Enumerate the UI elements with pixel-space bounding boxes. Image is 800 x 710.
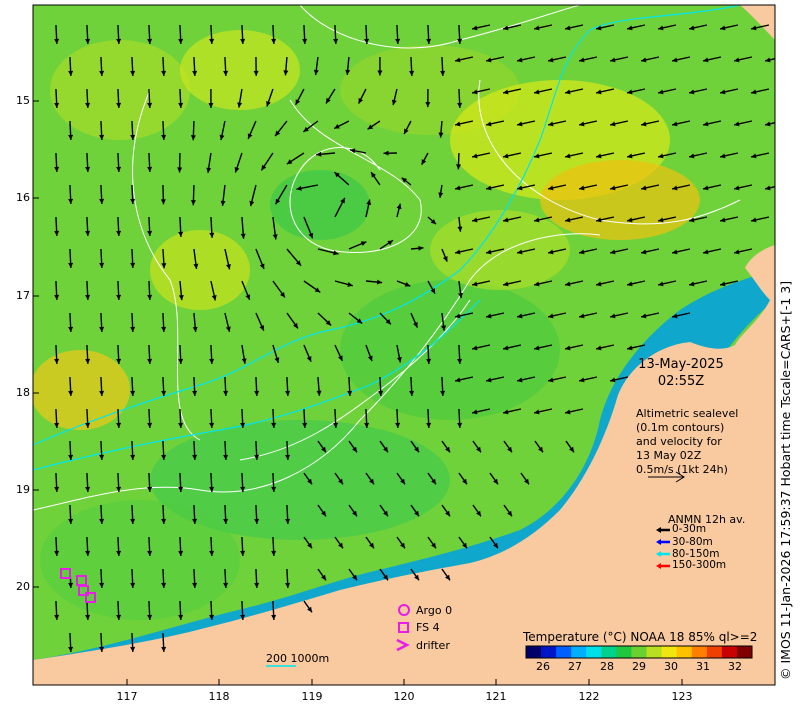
colorbar-segment xyxy=(676,646,693,658)
copyright-text: © IMOS 11-Jan-2026 17:59:37 Hobart time … xyxy=(778,280,793,680)
longitude-tick-label: 118 xyxy=(208,690,230,703)
timestamp-time: 02:55Z xyxy=(657,374,705,389)
bathymetry-label: 200 1000m xyxy=(266,652,330,665)
latitude-tick-label: 20 xyxy=(16,580,30,593)
timestamp-date: 13-May-2025 xyxy=(638,357,724,372)
fs-label: FS 4 xyxy=(416,621,440,634)
longitude-tick-label: 120 xyxy=(393,690,415,703)
colorbar-segment xyxy=(601,646,617,658)
description-block: Altimetric sealevel (0.1m contours) and … xyxy=(636,407,738,477)
description-line: 13 May 02Z xyxy=(636,449,702,462)
colorbar-segment xyxy=(706,646,723,658)
timestamp: 13-May-2025 02:55Z xyxy=(636,356,726,390)
colorbar-segment xyxy=(541,646,557,658)
latitude-tick-label: 19 xyxy=(16,483,30,496)
colorbar-segment xyxy=(556,646,572,658)
drifter-label: drifter xyxy=(416,639,450,652)
colorbar-title: Temperature (°C) NOAA 18 85% ql>=2 xyxy=(523,630,758,644)
latitude-tick-label: 17 xyxy=(16,289,30,302)
colorbar-segment xyxy=(721,646,738,658)
colorbar-segment xyxy=(616,646,632,658)
description-line: Altimetric sealevel xyxy=(636,407,739,420)
colorbar-tick-label: 26 xyxy=(536,660,550,673)
colorbar-tick-label: 32 xyxy=(728,660,742,673)
description-line: and velocity for xyxy=(636,435,722,448)
colorbar-segment xyxy=(736,646,753,658)
colorbar-segment xyxy=(691,646,708,658)
colorbar-tick-label: 28 xyxy=(600,660,614,673)
longitude-tick-label: 122 xyxy=(578,690,600,703)
sst-map xyxy=(32,4,776,686)
colorbar-segment xyxy=(646,646,663,658)
longitude-tick-label: 117 xyxy=(116,690,138,703)
anmn-row-label: 0-30m xyxy=(672,523,707,535)
longitude-tick-label: 119 xyxy=(301,690,323,703)
colorbar-segment xyxy=(661,646,678,658)
longitude-tick-label: 123 xyxy=(671,690,693,703)
latitude-tick-label: 15 xyxy=(16,94,30,107)
argo-label: Argo 0 xyxy=(416,604,453,617)
colorbar-tick-label: 30 xyxy=(664,660,678,673)
colorbar-segment xyxy=(526,646,542,658)
latitude-tick-label: 16 xyxy=(16,191,30,204)
colorbar-tick-label: 31 xyxy=(696,660,710,673)
temperature-colorbar xyxy=(525,645,753,659)
description-line: 0.5m/s (1kt 24h) xyxy=(636,463,728,476)
description-line: (0.1m contours) xyxy=(636,421,725,434)
colorbar-segment xyxy=(571,646,587,658)
colorbar-segment xyxy=(631,646,648,658)
colorbar-tick-label: 27 xyxy=(568,660,582,673)
longitude-tick-label: 121 xyxy=(485,690,507,703)
anmn-row-label: 150-300m xyxy=(672,559,727,571)
colorbar-tick-label: 29 xyxy=(632,660,646,673)
anmn-row-label: 30-80m xyxy=(672,536,713,548)
latitude-tick-label: 18 xyxy=(16,386,30,399)
colorbar-segment xyxy=(586,646,602,658)
